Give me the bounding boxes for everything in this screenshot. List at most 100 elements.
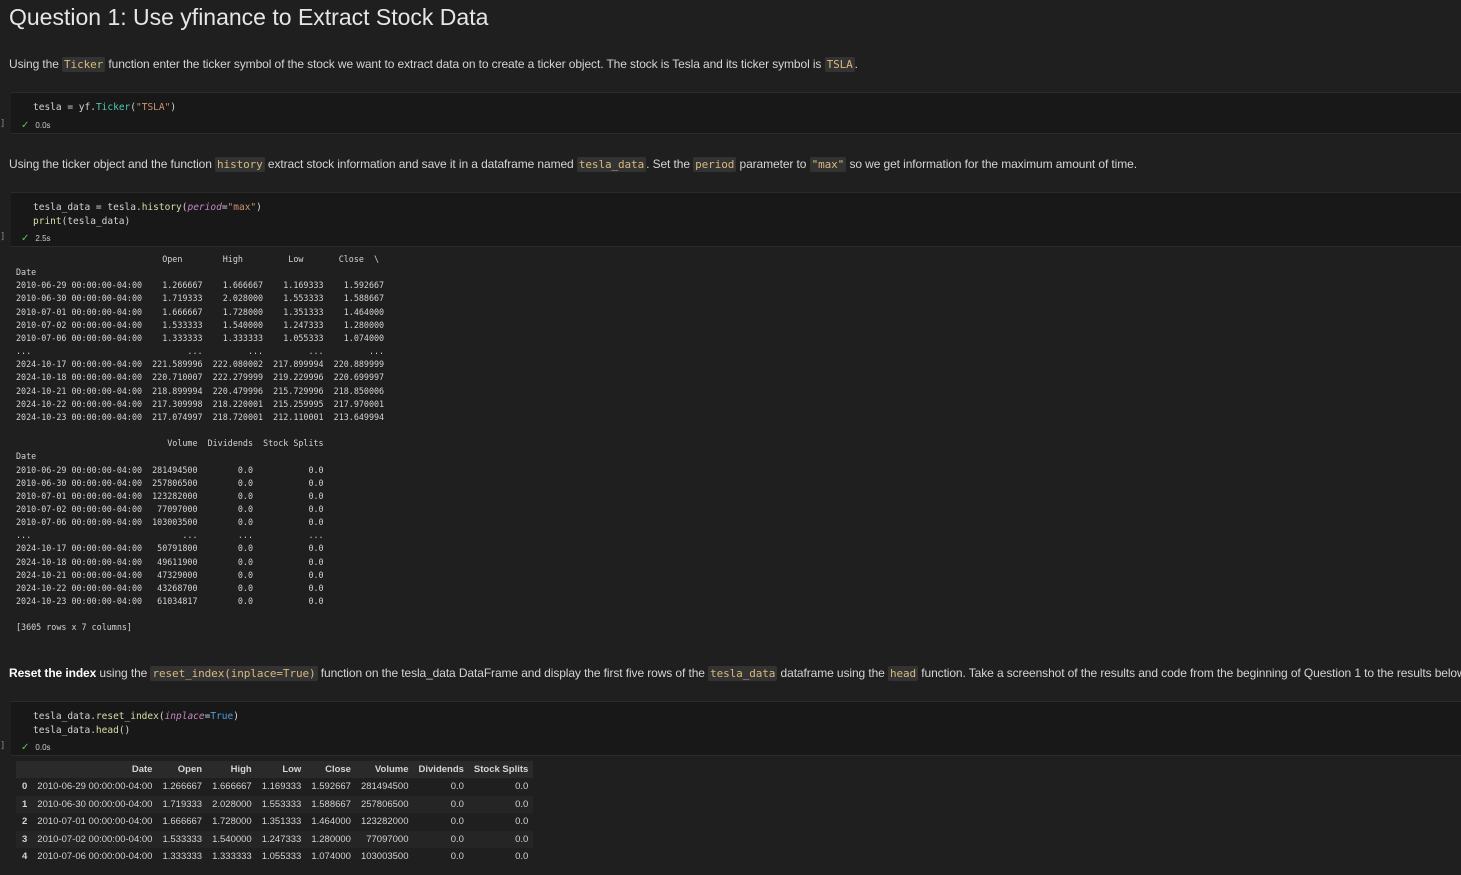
table-cell: 1.592667 [311, 781, 351, 793]
code-token: ) [256, 202, 262, 213]
inline-code: history [215, 157, 265, 172]
inline-code: "max" [809, 157, 847, 172]
cell-3-source[interactable]: tesla_data.reset_index(inplace=True) tes… [33, 710, 239, 738]
table-cell: 1.540000 [207, 830, 257, 848]
code-token: period [187, 202, 222, 213]
markdown-para-3: Reset the index using the reset_index(in… [9, 665, 1461, 682]
table-cell: 1.588667 [306, 795, 356, 813]
table-cell: 1.533333 [157, 830, 208, 848]
column-header: High [207, 761, 257, 778]
cell-bracket: ] [0, 232, 6, 242]
row-index: 0 [22, 781, 28, 793]
dataframe-table: Date Open High Low Close Volume Dividend… [16, 761, 534, 866]
check-icon: ✓ [21, 233, 30, 244]
table-cell: 2010-07-01 00:00:00-04:00 [37, 816, 153, 828]
table-cell: 0.0 [450, 851, 464, 863]
text: Using the [9, 57, 63, 71]
table-cell: 1.666667 [162, 816, 203, 828]
table-cell: 0.0 [515, 816, 529, 828]
table-cell: 1.333333 [162, 851, 203, 863]
cell-3-status: ✓ 0.0s [21, 742, 51, 753]
code-token: "TSLA" [136, 102, 171, 113]
text: so we get information for the maximum am… [846, 157, 1137, 171]
cell-bracket: ] [0, 741, 6, 751]
cell-2-source[interactable]: tesla_data = tesla.history(period="max")… [33, 201, 262, 229]
code-token: tesla [33, 102, 62, 113]
table-cell: 0.0 [413, 795, 469, 813]
text: . Set the [646, 157, 694, 171]
table-cell: 1.719333 [157, 795, 208, 813]
table-cell: 0.0 [450, 781, 464, 793]
notebook-page: Question 1: Use yfinance to Extract Stoc… [0, 0, 1461, 875]
inline-code: tesla_data [576, 157, 647, 172]
table-cell: 1.666667 [212, 781, 252, 793]
text: using the [96, 666, 151, 680]
table-cell: 257806500 [355, 795, 414, 813]
question-heading: Question 1: Use yfinance to Extract Stoc… [9, 4, 489, 30]
row-index: 4 [22, 851, 28, 863]
table-cell: 281494500 [360, 781, 409, 793]
table-cell: 1.247333 [256, 830, 307, 848]
code-token: "max" [227, 202, 257, 213]
code-token: = [90, 202, 108, 213]
code-token: history [141, 202, 182, 213]
column-header [16, 761, 33, 778]
code-token: (tesla_data) [61, 216, 131, 227]
table-cell: 2010-07-02 00:00:00-04:00 [32, 830, 158, 848]
exec-time: 0.0s [35, 121, 51, 130]
table-cell: 1.055333 [261, 851, 302, 863]
table-cell: 2010-06-29 00:00:00-04:00 [37, 781, 153, 793]
code-token: ) [170, 102, 177, 113]
markdown-para-1: Using the Ticker function enter the tick… [9, 56, 858, 73]
cell-1-source[interactable]: tesla = yf.Ticker("TSLA") [33, 101, 176, 115]
code-token: True [210, 711, 234, 722]
exec-time: 0.0s [35, 743, 51, 752]
table-cell: 0.0 [468, 830, 534, 848]
text: Using the ticker object and the function [9, 157, 216, 171]
table-cell: 1.333333 [212, 851, 252, 863]
inline-code: reset_index(inplace=True) [150, 666, 318, 681]
table-row: 1 2010-06-30 00:00:00-04:00 1.719333 2.0280… [16, 795, 534, 813]
table-header-row: Date Open High Low Close Volume Dividend… [16, 761, 534, 778]
bold-text: Reset the index [9, 666, 97, 680]
cell-1-status: ✓ 0.0s [21, 120, 51, 131]
markdown-para-2: Using the ticker object and the function… [9, 156, 1137, 173]
column-header: Open [157, 761, 208, 778]
row-index: 3 [16, 830, 33, 848]
table-cell: 0.0 [468, 795, 534, 813]
table-row: 0 2010-06-29 00:00:00-04:00 1.266667 1.6666… [16, 778, 533, 796]
code-token: = [61, 102, 79, 113]
table-cell: 1.728000 [212, 816, 252, 828]
text: extract stock information and save it in… [264, 157, 577, 171]
column-header: Close [306, 761, 356, 778]
check-icon: ✓ [21, 742, 30, 753]
table-cell: 0.0 [450, 816, 464, 828]
code-token: yf. [78, 102, 96, 113]
text: function. Take a screenshot of the resul… [918, 666, 1461, 680]
code-cell-3[interactable]: tesla_data.reset_index(inplace=True) tes… [11, 701, 1461, 756]
table-cell: 123282000 [360, 816, 409, 828]
code-cell-2[interactable]: tesla_data = tesla.history(period="max")… [11, 192, 1461, 247]
code-cell-1[interactable]: tesla = yf.Ticker("TSLA") ✓ 0.0s [11, 92, 1461, 134]
table-cell: 0.0 [515, 781, 529, 793]
text: . [854, 57, 858, 71]
table-cell: 0.0 [515, 851, 529, 863]
text: function on the tesla_data DataFrame and… [317, 666, 709, 680]
code-token: reset_index [95, 711, 159, 722]
code-token: tesla_data. [33, 711, 96, 722]
cell-2-status: ✓ 2.5s [21, 233, 51, 244]
table-cell: 103003500 [360, 851, 409, 863]
table-cell: 1.351333 [261, 816, 302, 828]
table-cell: 2.028000 [207, 795, 257, 813]
table-cell: 2010-06-30 00:00:00-04:00 [32, 795, 158, 813]
code-token: tesla. [107, 202, 142, 213]
column-header: Low [256, 761, 307, 778]
code-token: Ticker [95, 102, 131, 113]
code-token: inplace [164, 711, 205, 722]
table-row: 2 2010-07-01 00:00:00-04:00 1.666667 1.7280… [16, 813, 533, 831]
table-cell: 77097000 [355, 830, 414, 848]
inline-code: TSLA [824, 57, 855, 72]
column-header: Stock Splits [468, 761, 534, 778]
cell-2-output: Open High Low Close \ Date 2010-06-29 00… [16, 254, 385, 633]
table-cell: 1.280000 [306, 830, 356, 848]
